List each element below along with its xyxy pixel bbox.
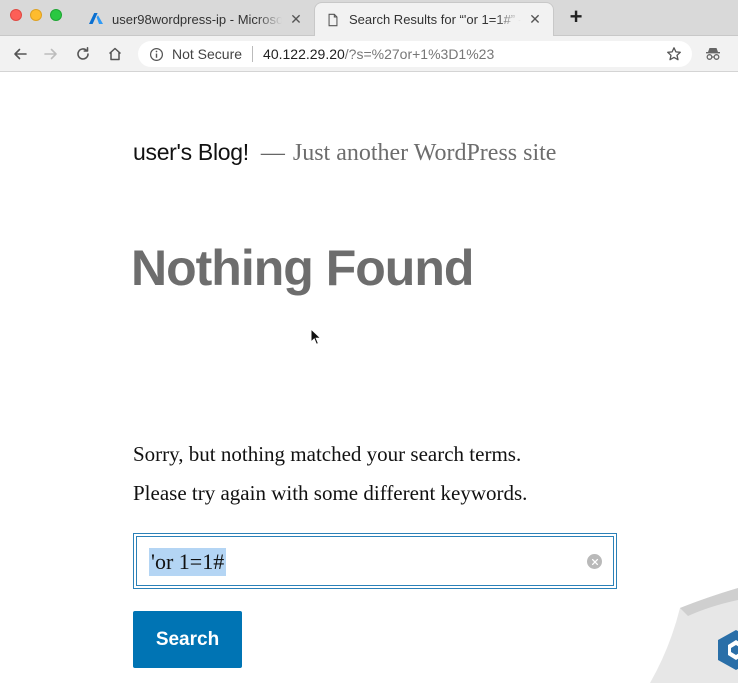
browser-toolbar: Not Secure 40.122.29.20/?s=%27or+1%3D1%2… bbox=[0, 36, 738, 72]
tab-title: user98wordpress-ip - Microsoft Azure bbox=[112, 11, 282, 27]
reload-button[interactable] bbox=[71, 42, 95, 66]
url-host: 40.122.29.20 bbox=[263, 46, 345, 62]
minimize-window-button[interactable] bbox=[30, 9, 42, 21]
back-arrow-icon bbox=[14, 48, 27, 60]
zoom-window-button[interactable] bbox=[50, 9, 62, 21]
home-icon bbox=[108, 47, 122, 61]
mouse-pointer-icon bbox=[310, 328, 322, 345]
page-curl-badge-icon[interactable] bbox=[650, 588, 738, 683]
message-line: Sorry, but nothing matched your search t… bbox=[133, 442, 522, 466]
close-tab-icon[interactable]: ✕ bbox=[527, 11, 543, 28]
page-title: Nothing Found bbox=[131, 240, 474, 296]
home-button[interactable] bbox=[103, 42, 127, 66]
tab-search-results[interactable]: Search Results for “'or 1=1#” – user's B… bbox=[314, 2, 554, 36]
forward-arrow-icon bbox=[44, 48, 57, 60]
site-title-link[interactable]: user's Blog! bbox=[133, 139, 249, 166]
url-path: /?s=%27or+1%3D1%23 bbox=[344, 46, 495, 62]
address-divider bbox=[252, 46, 254, 62]
document-icon bbox=[325, 12, 341, 28]
address-bar[interactable]: Not Secure 40.122.29.20/?s=%27or+1%3D1%2… bbox=[138, 41, 692, 67]
site-tagline: Just another WordPress site bbox=[292, 140, 557, 166]
tab-azure[interactable]: user98wordpress-ip - Microsoft Azure ✕ bbox=[78, 2, 314, 36]
search-input-value[interactable]: 'or 1=1# bbox=[149, 548, 227, 576]
back-button[interactable] bbox=[8, 42, 32, 66]
site-header: user's Blog! — Just another WordPress si… bbox=[133, 139, 556, 167]
security-status[interactable]: Not Secure bbox=[172, 46, 242, 62]
forward-button[interactable] bbox=[39, 42, 63, 66]
site-title-separator: — bbox=[260, 140, 285, 166]
message-line: Please try again with some different key… bbox=[133, 481, 528, 505]
bookmark-star-icon[interactable] bbox=[666, 46, 682, 62]
page-content: user's Blog! — Just another WordPress si… bbox=[0, 73, 738, 683]
reload-icon bbox=[77, 47, 89, 60]
tab-title: Search Results for “'or 1=1#” – user's B… bbox=[349, 12, 521, 27]
incognito-extension-icon[interactable] bbox=[704, 45, 722, 63]
new-tab-button[interactable]: + bbox=[564, 6, 588, 30]
close-window-button[interactable] bbox=[10, 9, 22, 21]
clear-search-icon[interactable] bbox=[587, 554, 602, 569]
close-tab-icon[interactable]: ✕ bbox=[288, 11, 304, 27]
search-input[interactable]: 'or 1=1# bbox=[133, 533, 617, 589]
search-submit-button[interactable]: Search bbox=[133, 611, 242, 668]
azure-logo-icon bbox=[88, 11, 104, 27]
info-icon[interactable] bbox=[148, 46, 164, 62]
tab-strip: user98wordpress-ip - Microsoft Azure ✕ S… bbox=[0, 0, 738, 36]
no-results-message: Sorry, but nothing matched your search t… bbox=[133, 435, 527, 513]
